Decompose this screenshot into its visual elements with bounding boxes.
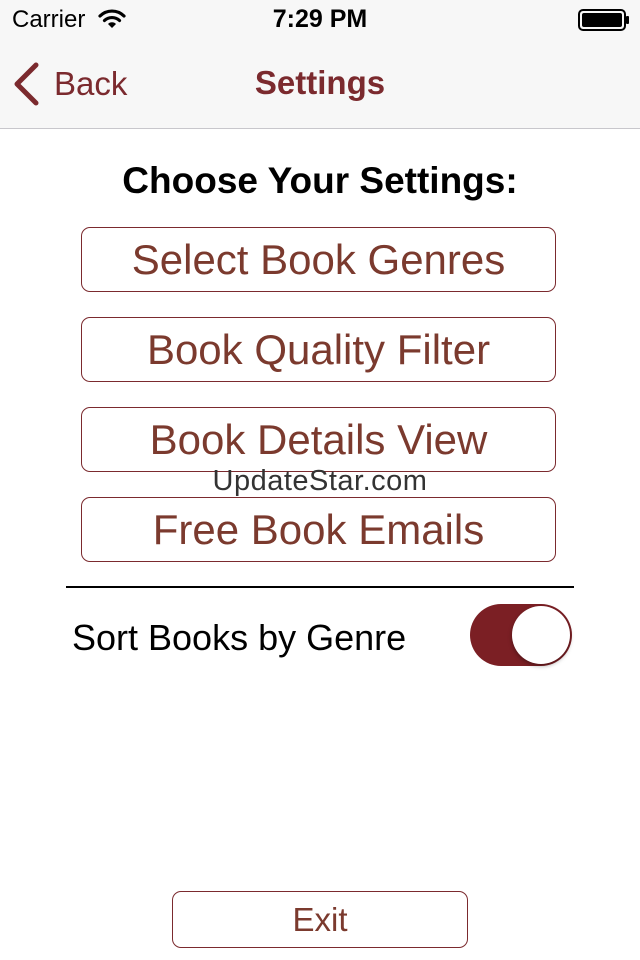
watermark-text: UpdateStar.com [212,465,428,497]
battery-icon [578,9,629,31]
status-bar: Carrier 7:29 PM [0,0,640,40]
section-divider [66,586,574,588]
toggle-knob [512,606,570,664]
settings-heading: Choose Your Settings: [122,160,518,201]
status-time: 7:29 PM [272,5,368,33]
exit-button[interactable]: Exit [172,891,468,948]
sort-by-genre-label: Sort Books by Genre [72,617,407,658]
settings-screen: Carrier 7:29 PM Back Settings Choose You… [0,0,640,960]
navigation-bar: Back Settings [0,40,640,129]
sort-by-genre-toggle[interactable] [470,604,572,666]
free-book-emails-button[interactable]: Free Book Emails [81,497,556,562]
page-title: Settings [254,64,386,101]
book-details-view-button[interactable]: Book Details View [81,407,556,472]
book-quality-filter-button[interactable]: Book Quality Filter [81,317,556,382]
select-book-genres-button[interactable]: Select Book Genres [81,227,556,292]
